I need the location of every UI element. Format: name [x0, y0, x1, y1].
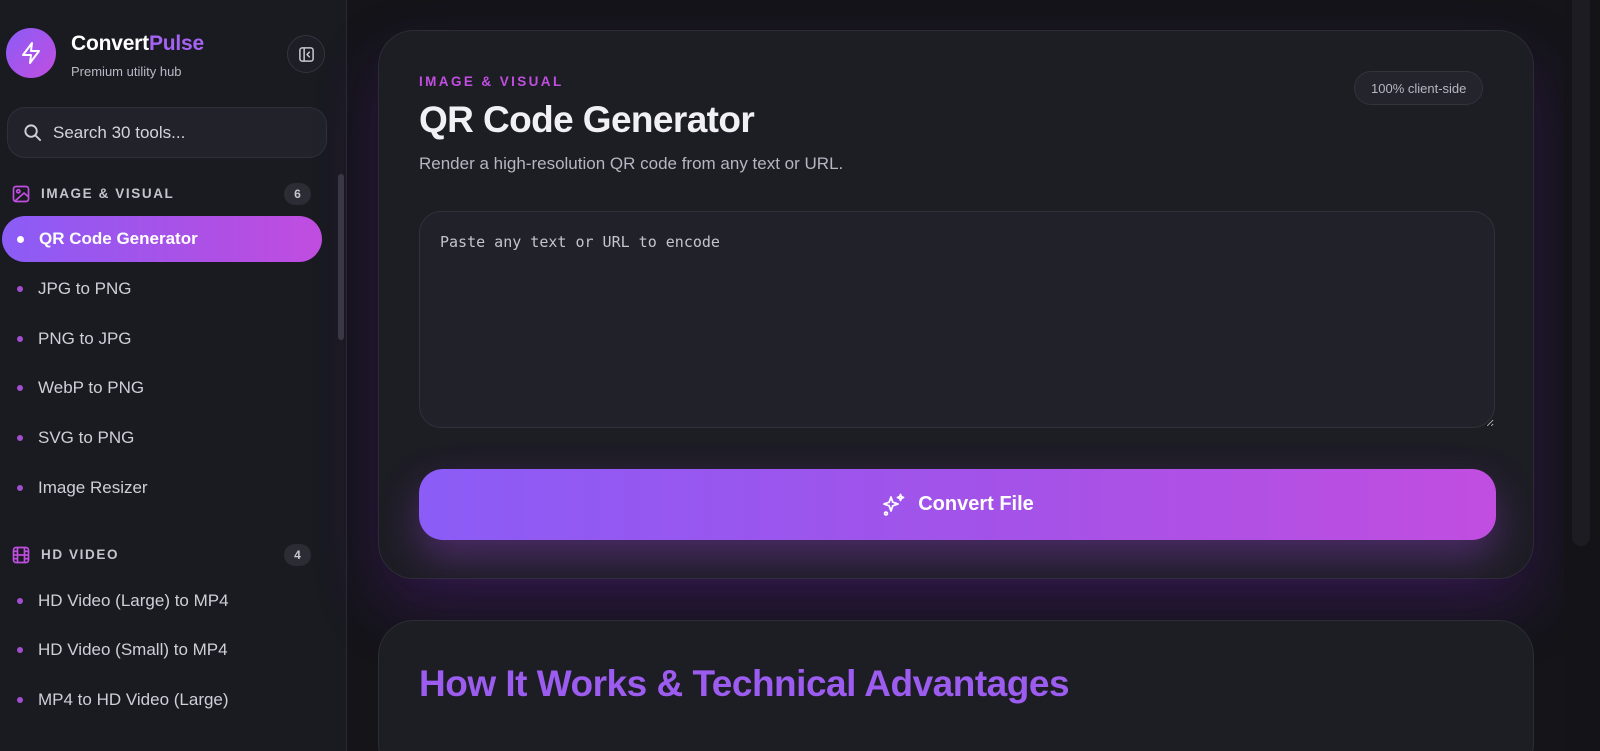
search-input[interactable]: [53, 122, 293, 143]
brand-subtitle: Premium utility hub: [71, 64, 182, 79]
section-count-badge: 6: [284, 183, 311, 205]
info-title: How It Works & Technical Advantages: [419, 663, 1070, 704]
sidebar-item-jpg-to-png[interactable]: JPG to PNG: [2, 266, 322, 312]
convert-file-button[interactable]: Convert File: [419, 469, 1496, 540]
main-content: IMAGE & VISUAL 100% client-side QR Code …: [348, 0, 1600, 751]
sidebar-scrollbar[interactable]: [338, 174, 344, 340]
tool-description: Render a high-resolution QR code from an…: [419, 154, 844, 173]
bullet-dot-icon: [17, 598, 23, 604]
sidebar-item-hd-video-small-to-mp4[interactable]: HD Video (Small) to MP4: [2, 627, 322, 673]
sidebar-item-label: HD Video (Small) to MP4: [38, 640, 228, 659]
tool-category-label: IMAGE & VISUAL: [419, 74, 564, 89]
section-count-badge: 4: [284, 544, 311, 566]
image-icon: [12, 185, 30, 203]
tool-search[interactable]: [7, 107, 327, 158]
sidebar-item-label: MP4 to HD Video (Large): [38, 690, 229, 709]
bolt-icon: [6, 28, 56, 78]
brand-name-accent: Pulse: [148, 32, 204, 55]
tool-card: IMAGE & VISUAL 100% client-side QR Code …: [378, 30, 1534, 579]
section-title: HD VIDEO: [41, 547, 120, 562]
sidebar: ConvertPulse Premium utility hub Search …: [0, 0, 347, 751]
brand-name: ConvertPulse: [71, 32, 204, 56]
app-root: ConvertPulse Premium utility hub Search …: [0, 0, 1600, 751]
client-side-badge: 100% client-side: [1354, 71, 1484, 105]
film-icon: [12, 546, 30, 564]
section-header-image-visual[interactable]: IMAGE & VISUAL 6: [12, 183, 312, 207]
sidebar-item-qr-code-generator[interactable]: QR Code Generator: [2, 216, 322, 262]
sidebar-item-hd-video-large-to-mp4[interactable]: HD Video (Large) to MP4: [2, 578, 322, 624]
bullet-dot-icon: [17, 697, 23, 703]
section-title: IMAGE & VISUAL: [41, 186, 175, 201]
convert-button-label: Convert File: [918, 493, 1034, 515]
main-scrollbar[interactable]: [1564, 0, 1600, 751]
brand-name-primary: Convert: [71, 32, 149, 55]
sidebar-item-label: JPG to PNG: [38, 279, 132, 298]
collapse-sidebar-button[interactable]: [287, 35, 325, 73]
bullet-dot-icon: [17, 336, 23, 342]
sidebar-item-png-to-jpg[interactable]: PNG to JPG: [2, 316, 322, 362]
bullet-dot-icon: [17, 235, 24, 243]
page-title: QR Code Generator: [419, 99, 755, 140]
sidebar-item-label: WebP to PNG: [38, 378, 145, 397]
bullet-dot-icon: [17, 385, 23, 391]
sidebar-item-mp4-to-hd-video-large[interactable]: MP4 to HD Video (Large): [2, 677, 322, 723]
bullet-dot-icon: [17, 286, 23, 292]
bullet-dot-icon: [17, 435, 23, 441]
bullet-dot-icon: [17, 485, 23, 491]
sidebar-item-svg-to-png[interactable]: SVG to PNG: [2, 415, 322, 461]
bullet-dot-icon: [17, 647, 23, 653]
sidebar-item-label: PNG to JPG: [38, 329, 132, 348]
sparkles-icon: [881, 492, 907, 518]
info-card: How It Works & Technical Advantages: [378, 620, 1534, 751]
sidebar-item-label: Image Resizer: [38, 478, 148, 497]
sidebar-collapse-icon: [298, 46, 315, 63]
search-icon: [23, 123, 42, 142]
sidebar-item-image-resizer[interactable]: Image Resizer: [2, 465, 322, 511]
main-scrollbar-thumb[interactable]: [1572, 0, 1590, 546]
qr-text-input[interactable]: [419, 211, 1495, 428]
section-header-hd-video[interactable]: HD VIDEO 4: [12, 544, 312, 568]
sidebar-item-label: SVG to PNG: [38, 428, 135, 447]
sidebar-item-label: QR Code Generator: [39, 229, 198, 248]
sidebar-item-label: HD Video (Large) to MP4: [38, 591, 229, 610]
sidebar-item-webp-to-png[interactable]: WebP to PNG: [2, 365, 322, 411]
